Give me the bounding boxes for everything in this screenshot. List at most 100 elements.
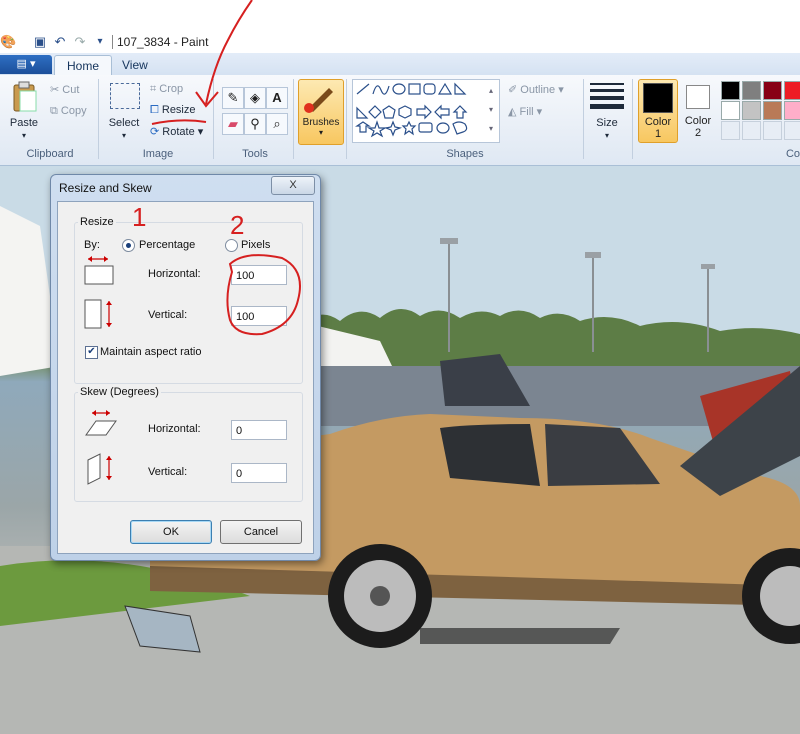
magnifier-icon[interactable]: ⌕ bbox=[266, 113, 288, 135]
size-label: Size bbox=[596, 117, 618, 129]
skew-horizontal-label: Horizontal: bbox=[148, 423, 201, 435]
tab-home[interactable]: Home bbox=[54, 55, 113, 76]
skew-horizontal-input[interactable]: 0 bbox=[231, 420, 287, 440]
vertical-resize-icon bbox=[84, 299, 112, 329]
ribbon-tab-row: ▤ ▾ Home View bbox=[0, 53, 800, 76]
size-dropdown-icon[interactable]: ▾ bbox=[590, 131, 624, 140]
ok-button[interactable]: OK bbox=[130, 520, 212, 544]
palette-swatch-black[interactable] bbox=[721, 81, 740, 100]
crop-icon: ⌗ bbox=[150, 83, 157, 95]
group-label-clipboard: Clipboard bbox=[26, 148, 74, 160]
group-separator bbox=[293, 79, 294, 159]
select-dropdown-icon[interactable]: ▾ bbox=[104, 131, 144, 140]
save-icon[interactable]: ▣ bbox=[32, 34, 48, 50]
maintain-aspect-checkbox[interactable]: ✔ bbox=[85, 346, 98, 359]
skew-vertical-label: Vertical: bbox=[148, 466, 188, 478]
dialog-close-button[interactable]: X bbox=[271, 176, 315, 195]
resize-horizontal-input[interactable]: 100 bbox=[231, 265, 287, 285]
palette-swatch-dark-red[interactable] bbox=[763, 81, 782, 100]
outline-icon: ✐ bbox=[508, 84, 518, 96]
color1-label: Color bbox=[644, 116, 672, 128]
resize-skew-dialog: Resize and Skew X Resize By: Percentage … bbox=[50, 174, 321, 561]
brushes-label: Brushes bbox=[302, 117, 340, 128]
color2-label: Color bbox=[684, 115, 712, 127]
group-separator bbox=[213, 79, 214, 159]
copy-button[interactable]: ⧉ Copy bbox=[50, 105, 87, 118]
ribbon: Paste ▾ ✂ Cut ⧉ Copy Clipboard Select ▾ … bbox=[0, 75, 800, 166]
by-label: By: bbox=[84, 239, 100, 251]
resize-button[interactable]: ⧠ Resize bbox=[150, 104, 196, 117]
outline-button[interactable]: ✐ Outline ▾ bbox=[508, 83, 564, 96]
select-label: Select bbox=[108, 117, 140, 129]
color2-button[interactable]: Color 2 bbox=[680, 79, 716, 141]
color2-swatch bbox=[686, 85, 710, 109]
text-tool-icon[interactable]: A bbox=[266, 87, 288, 109]
horizontal-skew-icon bbox=[85, 410, 117, 436]
palette-swatch-empty[interactable] bbox=[763, 121, 782, 140]
copy-icon: ⧉ bbox=[50, 105, 58, 117]
rotate-button[interactable]: ⟳ Rotate ▾ bbox=[150, 125, 203, 138]
pixels-radio[interactable] bbox=[225, 239, 238, 252]
undo-icon[interactable]: ↶ bbox=[52, 34, 68, 50]
group-label-shapes: Shapes bbox=[446, 148, 484, 160]
palette-swatch-empty[interactable] bbox=[721, 121, 740, 140]
brushes-dropdown-icon: ▾ bbox=[318, 128, 323, 137]
select-icon[interactable] bbox=[110, 83, 140, 109]
palette-swatch-gray[interactable] bbox=[742, 81, 761, 100]
tab-view[interactable]: View bbox=[110, 55, 160, 75]
crop-button[interactable]: ⌗ Crop bbox=[150, 83, 183, 96]
paint-app-icon[interactable]: 🎨 bbox=[0, 34, 16, 50]
group-separator bbox=[98, 79, 99, 159]
dialog-title: Resize and Skew bbox=[59, 181, 152, 195]
color2-number: 2 bbox=[694, 127, 702, 139]
cancel-button[interactable]: Cancel bbox=[220, 520, 302, 544]
paste-button[interactable] bbox=[10, 81, 40, 118]
palette-swatch-light-gray[interactable] bbox=[742, 101, 761, 120]
pixels-label: Pixels bbox=[241, 239, 271, 251]
vertical-skew-icon bbox=[87, 453, 112, 485]
redo-icon[interactable]: ↷ bbox=[72, 34, 88, 50]
palette-swatch-empty[interactable] bbox=[742, 121, 761, 140]
shapes-scroll-icon[interactable]: ▴ ▾ ▾ bbox=[489, 81, 493, 138]
fill-icon: ◭ bbox=[508, 106, 517, 118]
palette-swatch-red[interactable] bbox=[784, 81, 800, 100]
size-icon[interactable] bbox=[590, 83, 624, 109]
rotate-icon: ⟳ bbox=[150, 126, 160, 138]
dialog-body: Resize By: Percentage Pixels Horizontal:… bbox=[57, 201, 314, 554]
color-picker-icon[interactable]: ⚲ bbox=[244, 113, 266, 135]
paste-icon bbox=[13, 81, 37, 112]
color1-number: 1 bbox=[654, 128, 662, 140]
fill-button[interactable]: ◭ Fill ▾ bbox=[508, 105, 542, 118]
percentage-label: Percentage bbox=[139, 239, 196, 251]
resize-icon: ⧠ bbox=[150, 104, 159, 116]
title-bar: 🎨 ▣ ↶ ↷ ▾ 107_3834 - Paint bbox=[0, 32, 800, 52]
group-label-tools: Tools bbox=[242, 148, 268, 160]
percentage-radio[interactable] bbox=[122, 239, 135, 252]
resize-vertical-input[interactable]: 100 bbox=[231, 306, 287, 326]
rotate-label: Rotate bbox=[162, 126, 195, 138]
shapes-gallery[interactable] bbox=[352, 79, 500, 143]
eraser-icon[interactable]: ▰ bbox=[222, 113, 244, 135]
outline-label: Outline bbox=[520, 84, 556, 96]
pencil-icon[interactable]: ✎ bbox=[222, 87, 244, 109]
paste-dropdown-icon[interactable]: ▾ bbox=[6, 131, 42, 140]
horizontal-resize-icon bbox=[84, 256, 114, 285]
brushes-button[interactable]: Brushes ▾ bbox=[298, 79, 344, 145]
resize-label: Resize bbox=[161, 104, 196, 116]
fill-bucket-icon[interactable]: ◈ bbox=[244, 87, 266, 109]
resize-horizontal-label: Horizontal: bbox=[148, 268, 201, 280]
palette-swatch-pink[interactable] bbox=[784, 101, 800, 120]
palette-swatch-empty[interactable] bbox=[784, 121, 800, 140]
group-label-colors: Co bbox=[785, 148, 800, 160]
copy-label: Copy bbox=[60, 105, 87, 117]
shapes-icons bbox=[355, 82, 468, 138]
palette-swatch-brown[interactable] bbox=[763, 101, 782, 120]
cut-button[interactable]: ✂ Cut bbox=[50, 83, 79, 96]
customize-toolbar-icon[interactable]: ▾ bbox=[92, 34, 108, 50]
skew-vertical-input[interactable]: 0 bbox=[231, 463, 287, 483]
palette-swatch-white[interactable] bbox=[721, 101, 740, 120]
color1-button[interactable]: Color 1 bbox=[638, 79, 678, 143]
paint-menu-button[interactable]: ▤ ▾ bbox=[0, 55, 52, 74]
paste-label: Paste bbox=[9, 117, 39, 129]
cut-icon: ✂ bbox=[50, 84, 60, 96]
